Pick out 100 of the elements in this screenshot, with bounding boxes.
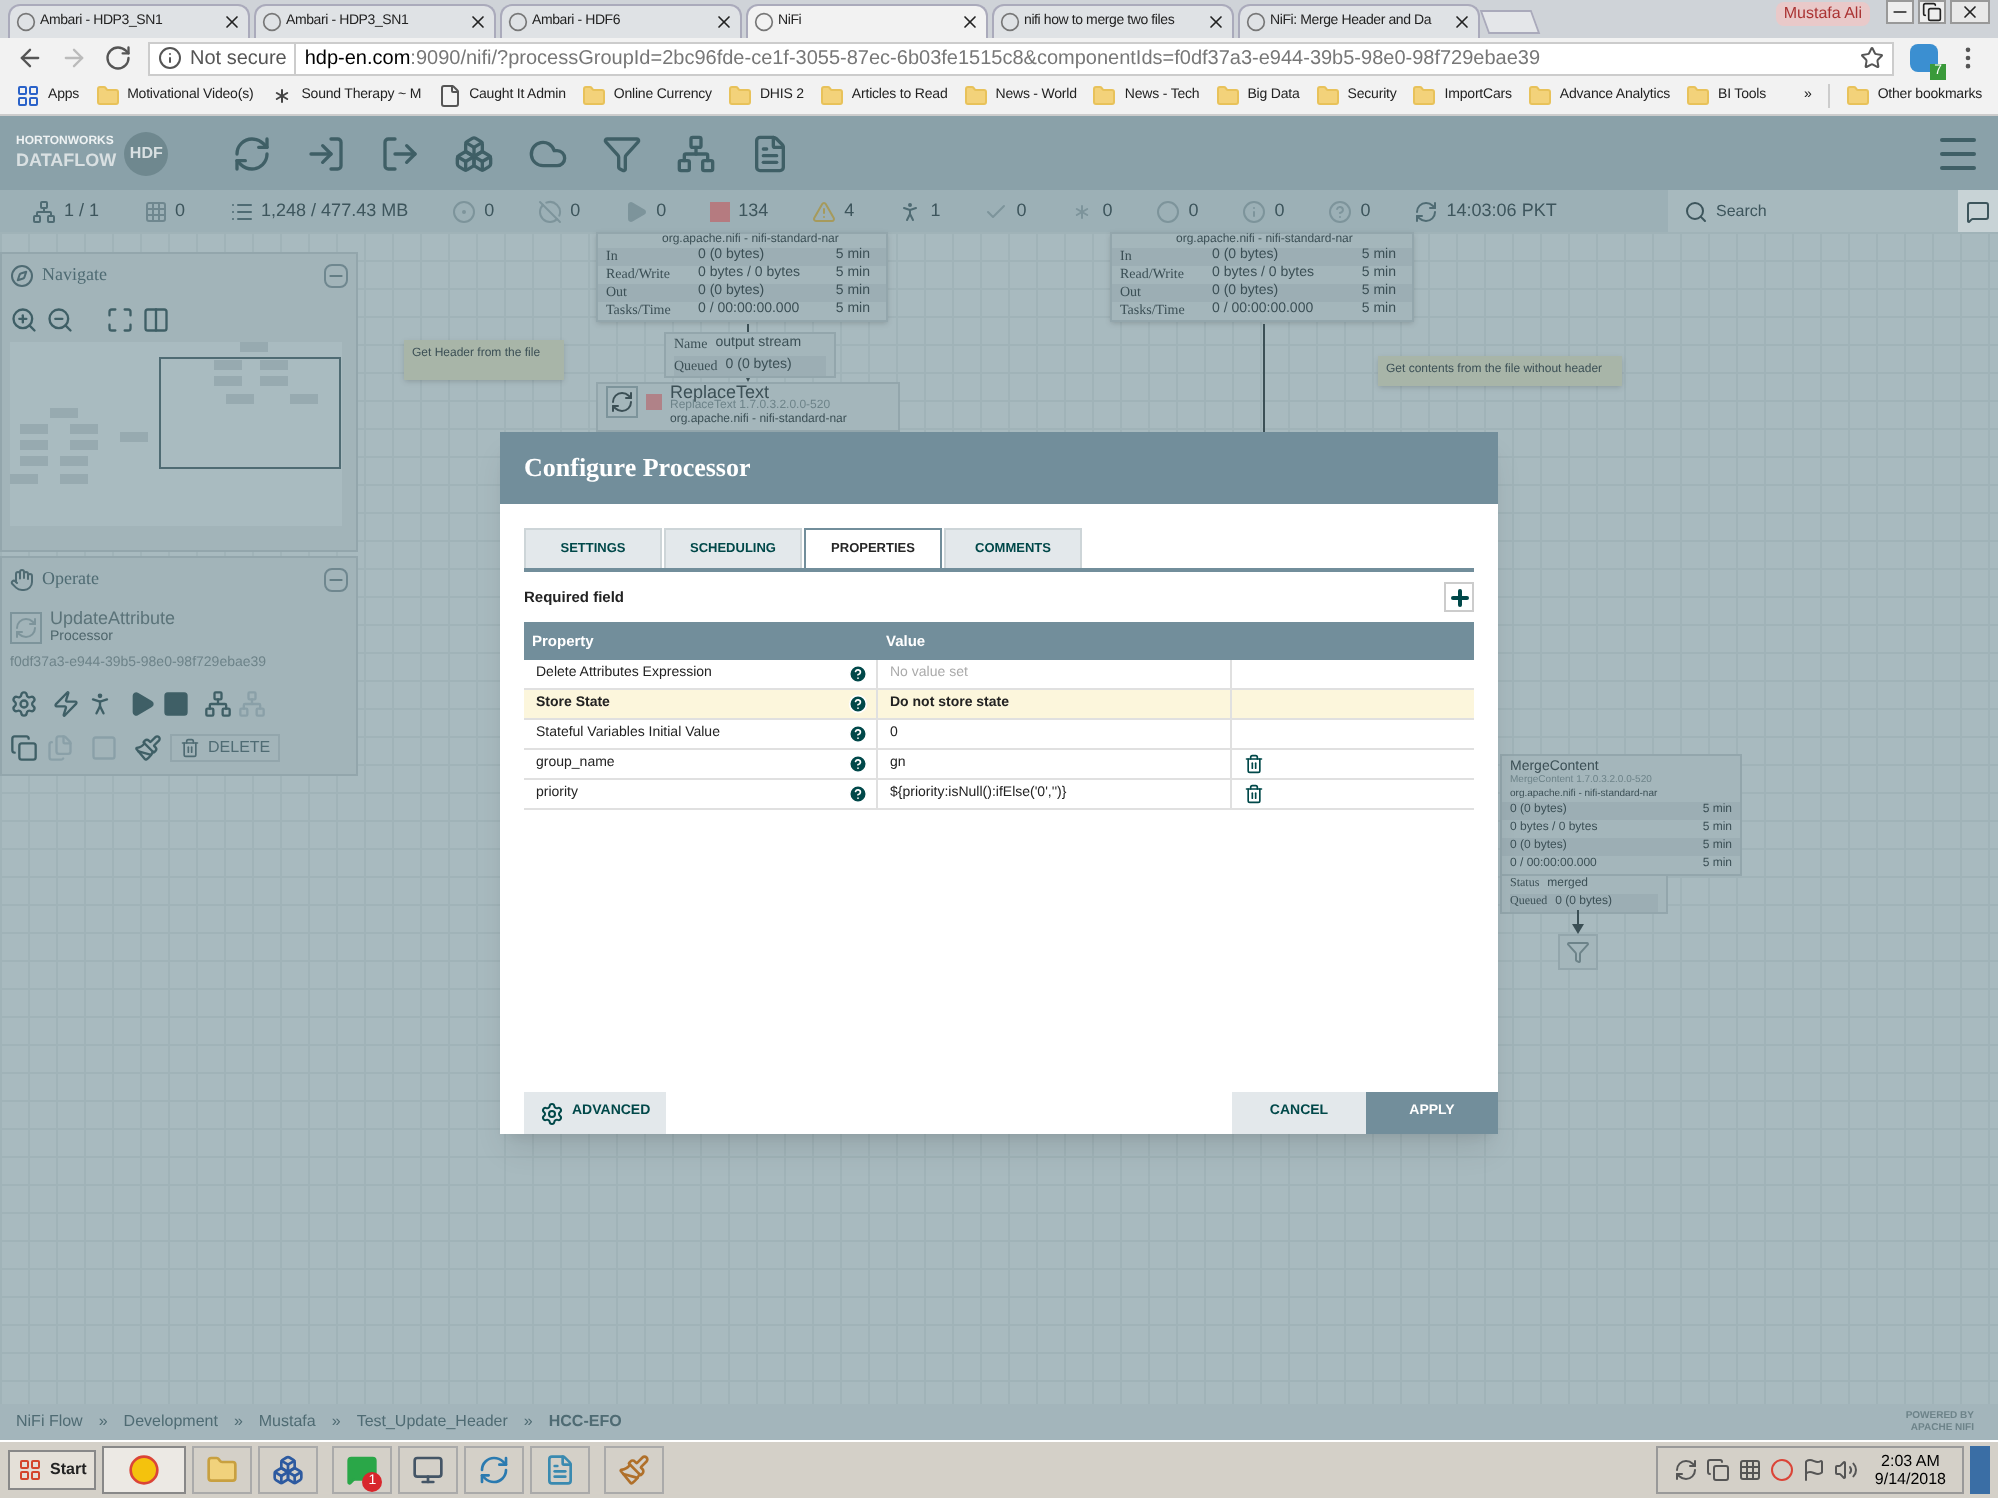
- help-icon[interactable]: [848, 664, 868, 684]
- folder-icon: [206, 1454, 239, 1486]
- status-count: 4: [844, 197, 855, 224]
- enable-icon[interactable]: [52, 690, 80, 718]
- transmitting-icon: [452, 199, 477, 223]
- close-icon[interactable]: [222, 12, 242, 32]
- close-icon[interactable]: [714, 12, 734, 32]
- delete-icon[interactable]: [1244, 784, 1264, 804]
- input-port-tool-icon[interactable]: [306, 133, 347, 173]
- help-icon[interactable]: [848, 694, 868, 714]
- folder-icon: [727, 84, 752, 108]
- flag-icon[interactable]: [1802, 1458, 1827, 1482]
- collapse-icon[interactable]: [324, 263, 348, 288]
- tab-favicon-icon: [508, 12, 528, 32]
- warning-icon: [812, 199, 837, 223]
- template-tool-icon[interactable]: [676, 133, 717, 173]
- taskbar-app-button[interactable]: [398, 1446, 459, 1494]
- stopped-icon: [646, 394, 662, 410]
- taskbar-app-button[interactable]: [102, 1446, 187, 1494]
- output-port-tool-icon[interactable]: [380, 133, 421, 173]
- dialog-title: Configure Processor: [524, 450, 751, 487]
- processor-tool-icon[interactable]: [232, 133, 273, 173]
- status-count: 0: [570, 197, 581, 224]
- help-icon[interactable]: [848, 724, 868, 744]
- extension-icon[interactable]: [1910, 44, 1938, 72]
- sync-icon[interactable]: [1674, 1458, 1699, 1482]
- reload-icon[interactable]: [104, 44, 132, 72]
- info-icon: [1242, 199, 1267, 223]
- fit-icon[interactable]: [106, 305, 134, 333]
- label-tool-icon[interactable]: [750, 133, 791, 173]
- trash-icon: [180, 738, 200, 758]
- info-icon: [158, 46, 182, 70]
- help-icon[interactable]: [848, 754, 868, 774]
- disable-icon[interactable]: [86, 690, 114, 718]
- actual-size-icon[interactable]: [142, 305, 170, 333]
- browser-icon[interactable]: [1770, 1458, 1795, 1482]
- copy-icon[interactable]: [10, 734, 38, 762]
- tab-favicon-icon: [1246, 12, 1266, 32]
- folder-icon: [1686, 84, 1711, 108]
- funnel-icon: [1566, 940, 1590, 964]
- status-count: 1,248 / 477.43 MB: [261, 197, 409, 224]
- address-field[interactable]: Not secure hdp-en.com:9090/nifi/?processGroupId=2bc96fde-ce1f-3055-87ec-6b03fe1515c8&componentIds=f0df37a3-e944-39b5-98e0-98f729ebae39: [148, 41, 1894, 75]
- help-icon[interactable]: [848, 784, 868, 804]
- breadcrumb-separator: »: [329, 1410, 343, 1434]
- stop-icon: [710, 201, 731, 221]
- process-group-tool-icon[interactable]: [454, 133, 495, 173]
- taskbar-app-button[interactable]: [604, 1446, 665, 1494]
- notepad-icon: [544, 1454, 577, 1486]
- volume-icon[interactable]: [1834, 1458, 1859, 1482]
- bookmark-star-icon[interactable]: [1860, 46, 1884, 70]
- search-field[interactable]: Search: [1668, 190, 1958, 232]
- apps-icon: [16, 84, 40, 108]
- check-icon: [984, 199, 1009, 223]
- restore-icon[interactable]: [1918, 0, 1946, 24]
- disabled-icon: [898, 199, 923, 223]
- collapse-icon[interactable]: [324, 567, 348, 592]
- breadcrumb-separator: »: [231, 1410, 245, 1434]
- minimize-icon[interactable]: [1886, 0, 1914, 24]
- folder-icon: [819, 84, 844, 108]
- template-icon[interactable]: [204, 690, 232, 718]
- status-count: 0: [484, 197, 495, 224]
- play-icon[interactable]: [128, 690, 156, 718]
- close-icon[interactable]: [960, 12, 980, 32]
- close-icon[interactable]: [468, 12, 488, 32]
- folder-icon: [1215, 84, 1240, 108]
- clock-time: 2:03 AM: [1881, 1452, 1940, 1470]
- zoom-in-icon[interactable]: [10, 305, 38, 333]
- start-button[interactable]: Start: [8, 1450, 97, 1490]
- taskbar-app-button[interactable]: [258, 1446, 319, 1494]
- tab-favicon-icon: [262, 12, 282, 32]
- close-icon[interactable]: [1206, 12, 1226, 32]
- taskbar-app-button[interactable]: [464, 1446, 525, 1494]
- tab-favicon-icon: [754, 12, 774, 32]
- add-property-button[interactable]: [1444, 582, 1474, 612]
- funnel-node[interactable]: [1558, 934, 1598, 970]
- bulletin-icon: [1966, 199, 1990, 223]
- refresh-icon[interactable]: [1414, 199, 1439, 223]
- monitor-icon: [412, 1454, 445, 1486]
- profile-badge[interactable]: Mustafa Ali: [1775, 2, 1870, 26]
- settings-icon[interactable]: [10, 690, 38, 718]
- zoom-out-icon[interactable]: [46, 305, 74, 333]
- back-icon[interactable]: [16, 44, 44, 72]
- forward-icon[interactable]: [60, 44, 88, 72]
- bulletin-button[interactable]: [1958, 190, 1998, 232]
- folder-icon: [963, 84, 988, 108]
- close-icon[interactable]: [1452, 12, 1472, 32]
- product-text: DATAFLOW: [16, 152, 117, 170]
- folder-icon: [581, 84, 606, 108]
- funnel-tool-icon[interactable]: [602, 133, 643, 173]
- taskbar-app-button[interactable]: [530, 1446, 591, 1494]
- stop-icon[interactable]: [162, 690, 190, 718]
- delete-icon[interactable]: [1244, 754, 1264, 774]
- color-icon[interactable]: [134, 734, 162, 762]
- folder-icon: [1412, 84, 1437, 108]
- status-count: 0: [1102, 197, 1113, 224]
- status-count: 0: [175, 197, 186, 224]
- status-count: 14:03:06 PKT: [1446, 197, 1557, 224]
- status-count: 1: [930, 197, 941, 224]
- circle-icon: [1156, 199, 1181, 223]
- close-icon[interactable]: [1950, 0, 1990, 24]
